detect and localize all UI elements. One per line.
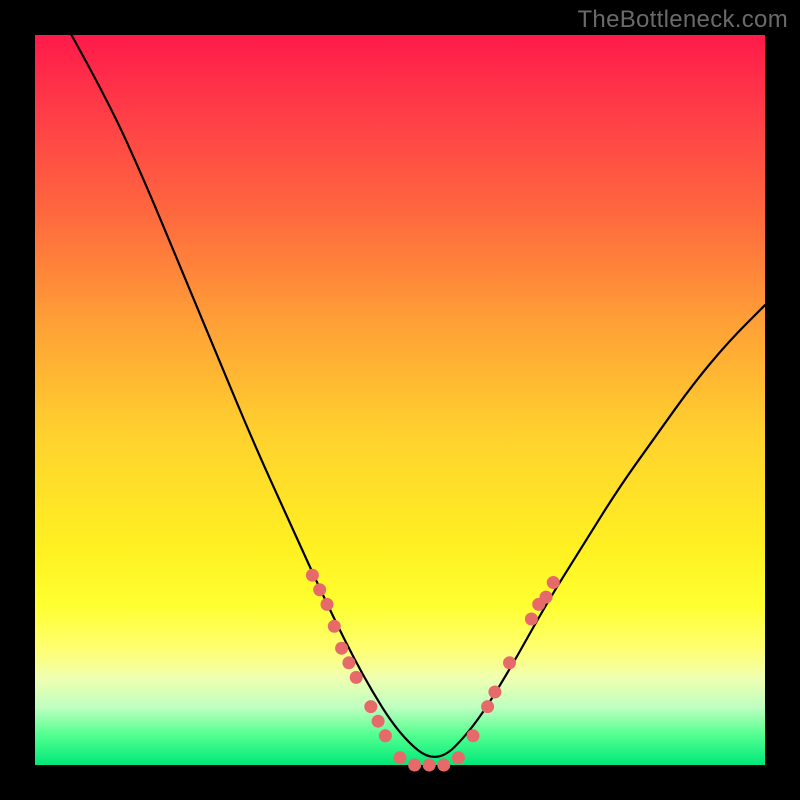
plot-area <box>35 35 765 765</box>
curve-marker <box>313 583 326 596</box>
watermark-text: TheBottleneck.com <box>577 6 788 34</box>
curve-marker <box>467 729 480 742</box>
curve-marker <box>503 656 516 669</box>
curve-marker <box>437 759 450 772</box>
curve-marker <box>452 751 465 764</box>
curve-marker <box>306 569 319 582</box>
curve-marker <box>547 576 560 589</box>
curve-marker <box>328 620 341 633</box>
curve-marker <box>342 656 355 669</box>
curve-marker <box>408 759 421 772</box>
curve-line <box>72 35 766 757</box>
curve-marker <box>379 729 392 742</box>
chart-frame: TheBottleneck.com <box>0 0 800 800</box>
curve-marker <box>394 751 407 764</box>
curve-marker <box>350 671 363 684</box>
bottleneck-curve <box>35 35 765 765</box>
curve-marker <box>364 700 377 713</box>
curve-marker <box>488 686 501 699</box>
curve-marker <box>321 598 334 611</box>
curve-marker <box>423 759 436 772</box>
curve-marker <box>372 715 385 728</box>
curve-marker <box>481 700 494 713</box>
curve-marker <box>540 591 553 604</box>
curve-marker <box>525 613 538 626</box>
curve-markers <box>306 569 560 772</box>
curve-marker <box>335 642 348 655</box>
